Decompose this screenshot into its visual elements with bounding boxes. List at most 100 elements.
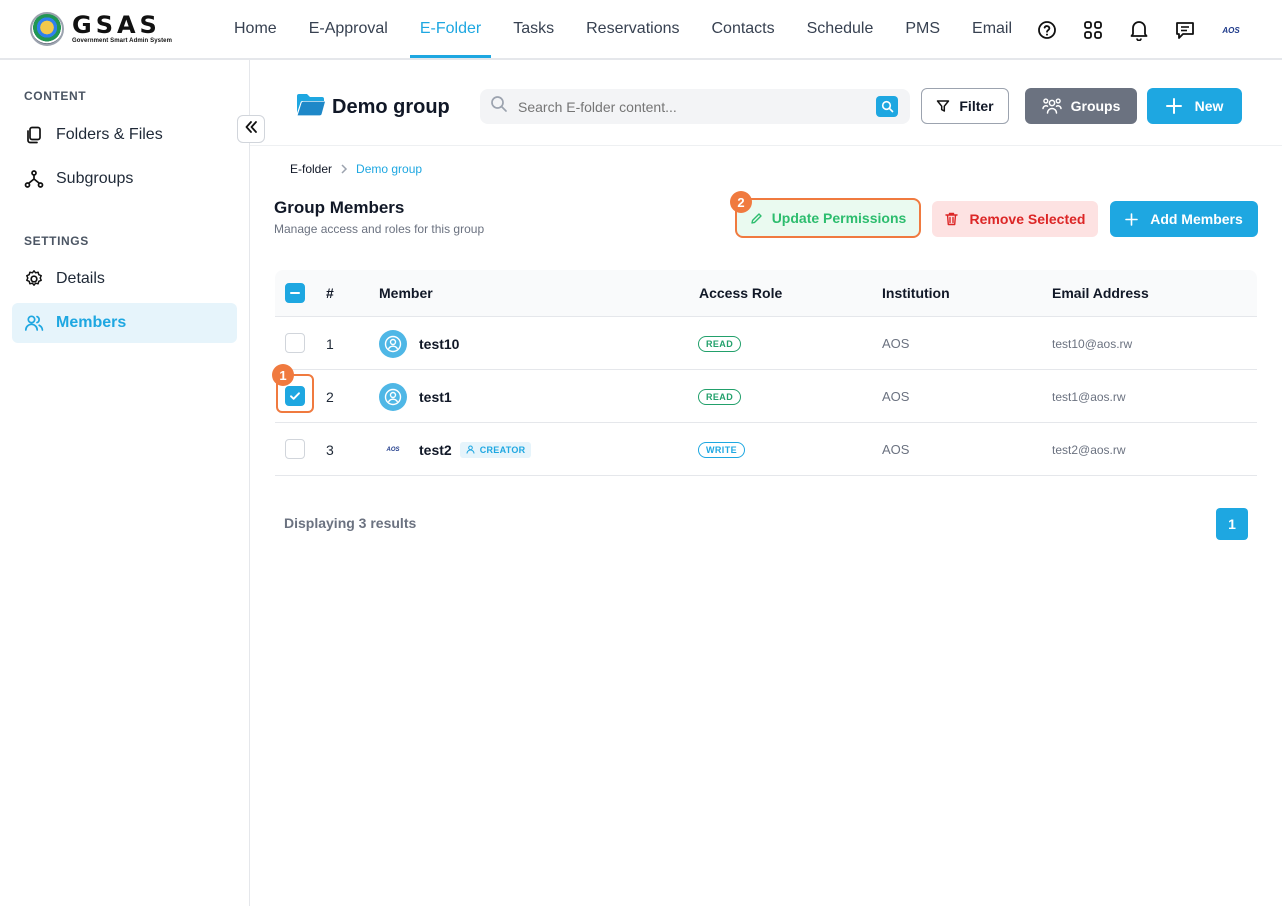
sidebar-item-subgroups[interactable]: Subgroups xyxy=(12,159,237,199)
main-nav: Home E-Approval E-Folder Tasks Reservati… xyxy=(218,0,1028,58)
section-subtitle: Manage access and roles for this group xyxy=(274,222,485,236)
breadcrumb-current[interactable]: Demo group xyxy=(356,162,422,176)
double-chevron-left-icon xyxy=(244,120,258,139)
sidebar-item-label: Folders & Files xyxy=(56,126,163,143)
nav-reservations[interactable]: Reservations xyxy=(570,0,695,58)
apps-grid-icon[interactable] xyxy=(1070,14,1116,46)
groups-icon xyxy=(1041,97,1062,115)
role-badge: READ xyxy=(698,335,742,352)
user-avatar-icon xyxy=(379,382,407,411)
filter-button[interactable]: Filter xyxy=(921,88,1009,124)
row-checkbox[interactable] xyxy=(285,439,305,459)
column-header-institution[interactable]: Institution xyxy=(882,285,950,301)
top-icons: AOS xyxy=(1024,14,1254,46)
sidebar-item-label: Subgroups xyxy=(56,170,134,187)
row-index: 2 xyxy=(326,388,334,405)
gear-icon xyxy=(24,269,44,289)
nav-home[interactable]: Home xyxy=(218,0,293,58)
role-cell: READ xyxy=(698,317,742,370)
member-cell: test10 xyxy=(379,317,459,370)
folder-title-text: Demo group xyxy=(332,96,450,118)
folder-title: Demo group xyxy=(296,93,450,122)
nav-e-approval[interactable]: E-Approval xyxy=(293,0,404,58)
nav-tasks[interactable]: Tasks xyxy=(497,0,570,58)
user-icon xyxy=(466,445,475,454)
gsas-logo[interactable]: GSAS Government Smart Admin System xyxy=(30,12,172,46)
email-cell: test2@aos.rw xyxy=(1052,442,1126,457)
search-submit-button[interactable] xyxy=(876,96,898,117)
email-cell: test1@aos.rw xyxy=(1052,389,1126,404)
nav-schedule[interactable]: Schedule xyxy=(791,0,890,58)
filter-label: Filter xyxy=(959,98,994,114)
nav-e-folder[interactable]: E-Folder xyxy=(404,0,497,58)
section-title: Group Members xyxy=(274,198,405,217)
table-row[interactable]: 3 AOS test2 CREATOR WRITE AOS test2@aos.… xyxy=(275,423,1257,476)
filter-icon xyxy=(936,99,950,113)
user-avatar[interactable]: AOS xyxy=(1208,14,1254,46)
collapse-sidebar-button[interactable] xyxy=(237,115,265,143)
table-header: # Member Access Role Institution Email A… xyxy=(275,270,1257,317)
row-checkbox[interactable] xyxy=(285,333,305,353)
search-icon xyxy=(490,95,508,118)
users-icon xyxy=(24,313,44,333)
header-divider xyxy=(250,145,1282,146)
user-avatar-icon xyxy=(379,329,407,358)
table-row[interactable]: 1 test10 READ AOS test10@aos.rw xyxy=(275,317,1257,370)
update-permissions-label: Update Permissions xyxy=(771,210,907,226)
bell-icon[interactable] xyxy=(1116,14,1162,46)
role-cell: WRITE xyxy=(698,423,745,476)
remove-selected-label: Remove Selected xyxy=(969,211,1086,227)
institution-cell: AOS xyxy=(882,442,910,457)
role-cell: READ xyxy=(698,370,742,423)
chevron-right-icon xyxy=(340,164,348,174)
row-index: 1 xyxy=(326,335,334,352)
table-row[interactable]: 2 test1 READ AOS test1@aos.rw xyxy=(275,370,1257,423)
breadcrumb-root[interactable]: E-folder xyxy=(290,162,332,176)
groups-label: Groups xyxy=(1070,98,1121,114)
nav-email[interactable]: Email xyxy=(956,0,1028,58)
files-icon xyxy=(24,125,44,145)
sidebar-item-label: Members xyxy=(56,314,127,331)
creator-badge: CREATOR xyxy=(459,441,532,458)
user-avatar: AOS xyxy=(386,446,400,453)
new-button[interactable]: New xyxy=(1147,88,1242,124)
pencil-icon xyxy=(750,212,763,225)
chat-icon[interactable] xyxy=(1162,14,1208,46)
sidebar-item-folders-files[interactable]: Folders & Files xyxy=(12,115,237,155)
column-header-index: # xyxy=(326,285,334,301)
nav-pms[interactable]: PMS xyxy=(889,0,956,58)
remove-selected-button[interactable]: Remove Selected xyxy=(932,201,1098,237)
column-header-email[interactable]: Email Address xyxy=(1052,285,1149,301)
pagination-page-1[interactable]: 1 xyxy=(1216,508,1248,540)
hierarchy-icon xyxy=(24,169,44,189)
search-input[interactable] xyxy=(518,98,858,115)
column-header-access-role[interactable]: Access Role xyxy=(699,285,782,301)
member-name: test10 xyxy=(419,335,460,352)
help-icon[interactable] xyxy=(1024,14,1070,46)
member-cell: test1 xyxy=(379,370,452,423)
member-cell: AOS test2 CREATOR xyxy=(379,423,532,476)
add-members-button[interactable]: Add Members xyxy=(1110,201,1258,237)
settings-section-heading: SETTINGS xyxy=(24,234,89,248)
column-header-member[interactable]: Member xyxy=(379,285,433,301)
step-marker-1: 1 xyxy=(272,364,294,386)
national-seal-icon xyxy=(30,12,64,46)
groups-button[interactable]: Groups xyxy=(1025,88,1137,124)
breadcrumb: E-folder Demo group xyxy=(290,162,422,176)
member-name: test2 xyxy=(419,441,452,458)
sidebar-item-members[interactable]: Members xyxy=(12,303,237,343)
results-count: Displaying 3 results xyxy=(284,515,417,531)
new-label: New xyxy=(1194,98,1224,114)
sidebar-item-details[interactable]: Details xyxy=(12,259,237,299)
plus-icon xyxy=(1165,98,1182,114)
creator-badge-label: CREATOR xyxy=(479,444,526,455)
content-section-heading: CONTENT xyxy=(24,89,87,103)
sidebar-item-label: Details xyxy=(56,270,105,287)
add-members-label: Add Members xyxy=(1150,211,1243,227)
member-name: test1 xyxy=(419,388,452,405)
select-all-checkbox[interactable] xyxy=(285,283,305,303)
update-permissions-button[interactable]: Update Permissions xyxy=(735,198,921,238)
nav-contacts[interactable]: Contacts xyxy=(695,0,790,58)
sidebar: CONTENT Folders & Files Subgroups SETTIN… xyxy=(0,60,250,906)
row-index: 3 xyxy=(326,441,334,458)
